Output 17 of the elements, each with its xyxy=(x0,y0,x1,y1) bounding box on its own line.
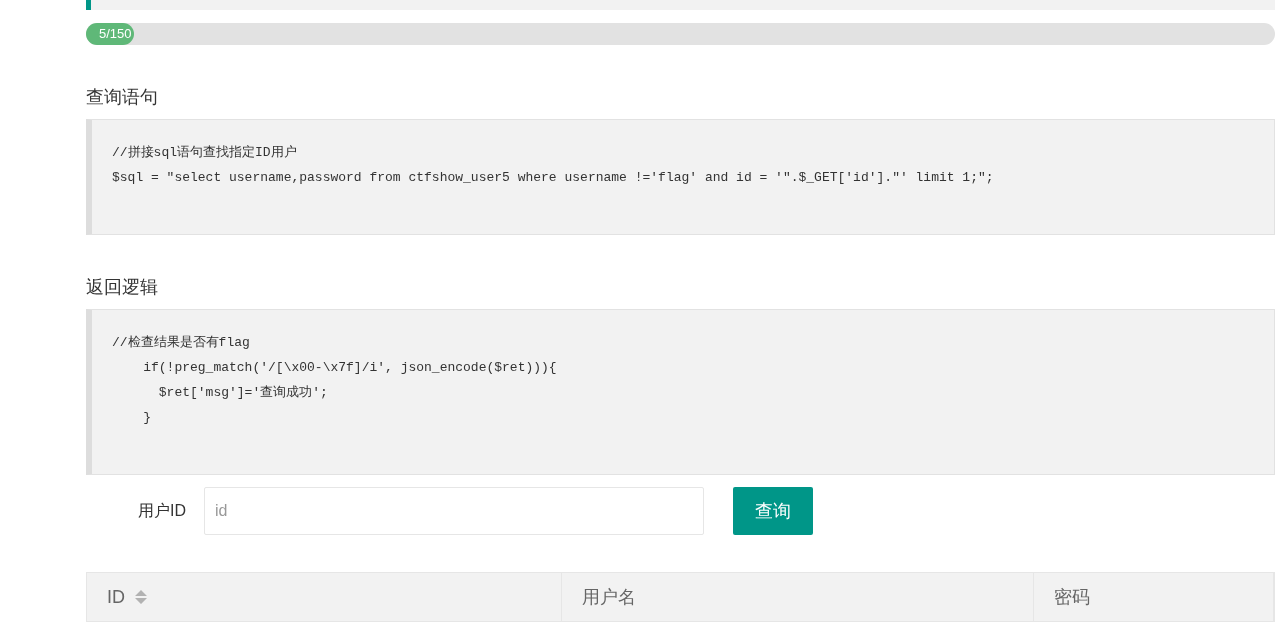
code-line: //拼接sql语句查找指定ID用户 xyxy=(112,144,297,162)
field-label: 用户ID xyxy=(137,501,187,521)
column-label: 密码 xyxy=(1054,585,1090,609)
section-title: 查询语句 xyxy=(86,86,159,109)
column-label: 用户名 xyxy=(582,585,636,609)
progress-label: 5/150 xyxy=(99,26,132,42)
code-line: //检查结果是否有flag xyxy=(112,334,250,352)
code-line: $ret['msg']='查询成功'; xyxy=(157,384,328,402)
column-label: ID xyxy=(107,585,125,609)
id-input-field[interactable]: id xyxy=(204,487,704,535)
sort-icon[interactable] xyxy=(135,589,147,605)
section-title: 返回逻辑 xyxy=(86,276,159,299)
query-button[interactable]: 查询 xyxy=(733,487,813,535)
code-line: $sql = "select username,password from ctfshow_user5 where username !='flag' and id = '".$_GET['id']."' limit 1;"; xyxy=(112,169,994,187)
code-line: if(!preg_match('/[\x00-\x7f]/i', json_encode($ret))){ xyxy=(142,359,557,377)
code-line: } xyxy=(142,409,151,427)
column-header[interactable]: ID xyxy=(87,573,562,621)
